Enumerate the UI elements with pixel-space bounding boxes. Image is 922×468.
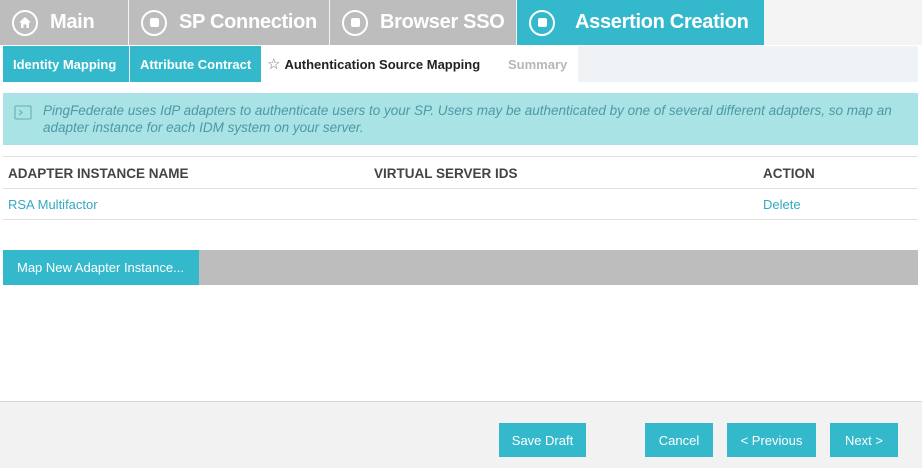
subtab-attribute-contract[interactable]: Attribute Contract — [130, 46, 261, 82]
subtab-label: Attribute Contract — [140, 56, 252, 72]
header-action: ACTION — [763, 166, 815, 181]
subtab-summary: Summary — [499, 46, 578, 82]
tab-label: Browser SSO — [380, 11, 505, 33]
previous-button[interactable]: < Previous — [727, 423, 816, 457]
header-adapter-instance-name: ADAPTER INSTANCE NAME — [8, 166, 189, 181]
header-virtual-server-ids: VIRTUAL SERVER IDS — [374, 166, 518, 181]
table-row: RSA Multifactor Delete — [3, 189, 918, 220]
adapter-table: ADAPTER INSTANCE NAME VIRTUAL SERVER IDS… — [3, 156, 918, 220]
message-icon — [14, 105, 32, 124]
star-icon: ☆ — [267, 56, 281, 73]
subtab-label: Identity Mapping — [13, 56, 117, 72]
tab-main[interactable]: Main — [0, 0, 128, 45]
info-banner: PingFederate uses IdP adapters to authen… — [3, 93, 918, 145]
adapter-instance-link[interactable]: RSA Multifactor — [8, 197, 98, 212]
tab-assertion-creation[interactable]: Assertion Creation — [517, 0, 764, 45]
home-icon — [12, 9, 38, 36]
delete-link[interactable]: Delete — [763, 197, 801, 212]
stop-icon — [529, 9, 555, 36]
cancel-button[interactable]: Cancel — [645, 423, 713, 457]
subtab-identity-mapping[interactable]: Identity Mapping — [3, 46, 129, 82]
tab-label: Assertion Creation — [575, 11, 749, 33]
tab-browser-sso[interactable]: Browser SSO — [330, 0, 516, 45]
table-header: ADAPTER INSTANCE NAME VIRTUAL SERVER IDS… — [3, 156, 918, 189]
sub-tabs: Identity Mapping Attribute Contract ☆ Au… — [3, 46, 918, 82]
stop-icon — [141, 9, 167, 36]
tab-sp-connection[interactable]: SP Connection — [129, 0, 329, 45]
map-new-adapter-instance-button[interactable]: Map New Adapter Instance... — [3, 250, 199, 285]
tab-label: Main — [50, 11, 95, 33]
footer-bar: Save Draft Cancel < Previous Next > — [0, 401, 922, 468]
subtab-label: Summary — [508, 56, 568, 72]
next-button[interactable]: Next > — [830, 423, 898, 457]
wizard-tabs: Main SP Connection Browser SSO Assertion… — [0, 0, 922, 45]
stop-icon — [342, 9, 368, 36]
subtab-label: Authentication Source Mapping — [284, 56, 481, 72]
save-draft-button[interactable]: Save Draft — [499, 423, 586, 457]
subtab-authentication-source-mapping[interactable]: ☆ Authentication Source Mapping — [261, 46, 499, 82]
map-adapter-bar: Map New Adapter Instance... — [3, 250, 918, 285]
info-text: PingFederate uses IdP adapters to authen… — [43, 103, 892, 135]
tab-label: SP Connection — [179, 11, 317, 33]
